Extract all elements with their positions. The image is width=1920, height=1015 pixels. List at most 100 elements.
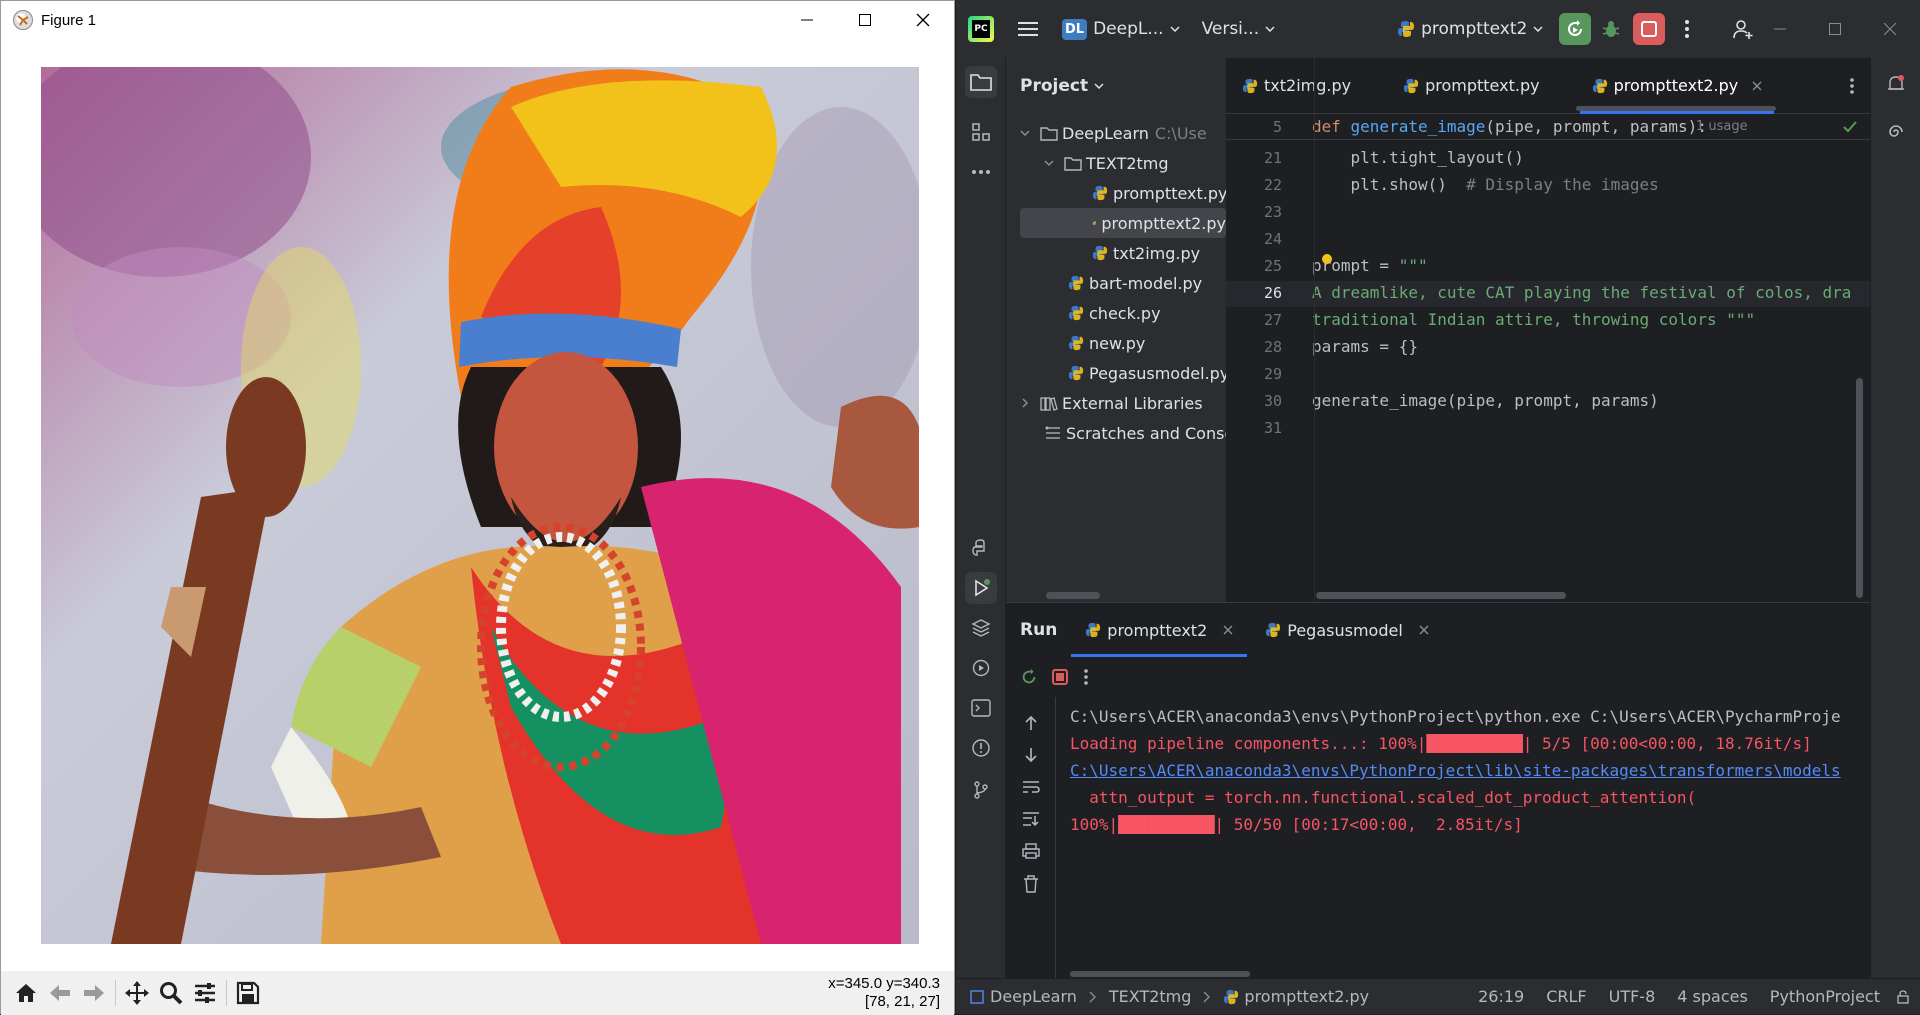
tree-item-deeplearn[interactable]: DeepLearn C:\Use [1020, 118, 1207, 148]
scroll-to-end-icon[interactable] [1022, 811, 1040, 827]
run-config-selector[interactable]: prompttext2 [1391, 12, 1549, 46]
code-line[interactable]: 27 traditional Indian attire, throwing c… [1226, 308, 1870, 334]
git-button[interactable] [965, 774, 997, 806]
figure-canvas[interactable] [1, 39, 954, 971]
sticky-line[interactable]: 5 def generate_image(pipe, prompt, param… [1226, 114, 1870, 140]
editor-horizontal-scrollbar[interactable] [1316, 592, 1566, 599]
main-menu-button[interactable] [1012, 12, 1044, 46]
code-line[interactable]: 23 [1226, 200, 1870, 226]
python-file-icon [1403, 78, 1419, 93]
tree-item-scratches[interactable]: Scratches and Consoles [1044, 418, 1226, 448]
vertical-dots-icon[interactable] [1084, 669, 1088, 685]
problems-button[interactable] [965, 732, 997, 764]
python-interpreter[interactable]: PythonProject [1770, 987, 1880, 1006]
run-tab-pegasusmodel[interactable]: Pegasusmodel [1251, 603, 1443, 657]
stop-button[interactable] [1633, 13, 1666, 45]
back-arrow-icon[interactable] [43, 976, 77, 1010]
tree-item-pegasusmodel[interactable]: Pegasusmodel.py [1068, 358, 1226, 388]
tree-item-external-libraries[interactable]: External Libraries [1020, 388, 1203, 418]
caret-position[interactable]: 26:19 [1478, 987, 1524, 1006]
breadcrumb-project[interactable]: DeepLearn [990, 987, 1077, 1006]
file-encoding[interactable]: UTF-8 [1609, 987, 1656, 1006]
python-console-button[interactable] [965, 532, 997, 564]
python-file-icon [1592, 78, 1607, 93]
coords-rgb: [78, 21, 27] [864, 993, 940, 1010]
minimize-button[interactable] [778, 1, 836, 39]
lock-icon[interactable] [1896, 989, 1910, 1004]
code-line[interactable]: 25 prompt = """ [1226, 254, 1870, 280]
tree-item-prompttext2[interactable]: prompttext2.py [1020, 208, 1226, 238]
code-line[interactable]: 29 [1226, 362, 1870, 388]
soft-wrap-icon[interactable] [1022, 779, 1040, 795]
console-horizontal-scrollbar[interactable] [1070, 971, 1250, 977]
tree-item-text2tmg[interactable]: TEXT2tmg [1044, 148, 1169, 178]
breadcrumb-file[interactable]: prompttext2.py [1244, 987, 1369, 1006]
tabs-scrollbar[interactable] [1576, 106, 1776, 111]
home-icon[interactable] [9, 976, 43, 1010]
maximize-button[interactable] [836, 1, 894, 39]
zoom-icon[interactable] [154, 976, 188, 1010]
tab-prompttext[interactable]: prompttext.py [1387, 58, 1555, 114]
lightbulb-icon[interactable] [1322, 254, 1332, 264]
terminal-button[interactable] [965, 692, 997, 724]
more-actions-button[interactable] [1671, 13, 1703, 45]
save-icon[interactable] [231, 976, 265, 1010]
close-button[interactable] [894, 1, 952, 39]
rerun-button[interactable] [1559, 13, 1592, 45]
code-line-current[interactable]: 26 A dreamlike, cute CAT playing the fes… [1226, 281, 1870, 307]
line-separator[interactable]: CRLF [1546, 987, 1586, 1006]
code-line[interactable]: 21 plt.tight_layout() [1226, 146, 1870, 172]
python-packages-button[interactable] [965, 612, 997, 644]
debug-button[interactable] [1595, 13, 1627, 45]
structure-tool-button[interactable] [965, 116, 997, 148]
bug-icon [1603, 21, 1620, 37]
code-line[interactable]: 31 [1226, 416, 1870, 442]
project-tool-button[interactable] [965, 66, 997, 98]
project-horizontal-scrollbar[interactable] [1046, 592, 1100, 599]
code-line[interactable]: 30 generate_image(pipe, prompt, params) [1226, 389, 1870, 415]
code-line[interactable]: 22 plt.show() # Display the images [1226, 173, 1870, 199]
console-file-link[interactable]: C:\Users\ACER\anaconda3\envs\PythonProje… [1070, 761, 1841, 780]
down-arrow-icon[interactable] [1023, 747, 1039, 763]
code-line[interactable]: 24 [1226, 227, 1870, 253]
project-panel-header[interactable]: Project [1006, 58, 1226, 114]
print-icon[interactable] [1022, 843, 1040, 859]
ide-minimize-button[interactable] [1756, 14, 1804, 44]
forward-arrow-icon[interactable] [77, 976, 111, 1010]
editor-vertical-scrollbar[interactable] [1856, 378, 1863, 598]
pan-icon[interactable] [120, 976, 154, 1010]
indent-setting[interactable]: 4 spaces [1677, 987, 1748, 1006]
tree-item-check[interactable]: check.py [1068, 298, 1161, 328]
more-tools-button[interactable] [965, 156, 997, 188]
vertical-dots-icon [1685, 20, 1690, 38]
ide-close-button[interactable] [1866, 14, 1914, 44]
tab-txt2img[interactable]: txt2img.py [1226, 58, 1367, 114]
console-line-progress: 100%|██████████| 50/50 [00:17<00:00, 2.8… [1070, 815, 1523, 834]
ide-maximize-button[interactable] [1811, 14, 1859, 44]
ide-titlebar: PC DL DeepL... Versi... prompttext2 [956, 0, 1920, 58]
services-button[interactable] [965, 652, 997, 684]
python-file-icon [1068, 365, 1084, 381]
tree-item-txt2img[interactable]: txt2img.py [1092, 238, 1200, 268]
chevron-right-icon [1203, 991, 1211, 1002]
usage-hint[interactable]: 1 usage [1696, 119, 1748, 134]
rerun-icon[interactable] [1020, 668, 1038, 686]
project-selector[interactable]: DL DeepL... [1056, 12, 1186, 46]
up-arrow-icon[interactable] [1023, 715, 1039, 731]
tab-actions-button[interactable] [1850, 78, 1854, 94]
run-tab-prompttext2[interactable]: prompttext2 [1071, 603, 1248, 657]
configure-subplots-icon[interactable] [188, 976, 222, 1010]
notifications-button[interactable] [1880, 68, 1912, 100]
trash-icon[interactable] [1023, 875, 1039, 893]
stop-icon[interactable] [1052, 669, 1068, 685]
code-line[interactable]: 28 params = {} [1226, 335, 1870, 361]
ai-assistant-button[interactable] [1880, 116, 1912, 148]
run-tool-button[interactable] [965, 572, 997, 604]
tree-item-prompttext[interactable]: prompttext.py [1092, 178, 1226, 208]
tree-item-new[interactable]: new.py [1068, 328, 1145, 358]
code-with-me-button[interactable] [1727, 13, 1759, 45]
tree-item-bart-model[interactable]: bart-model.py [1068, 268, 1202, 298]
warning-circle-icon [972, 739, 990, 757]
vcs-selector[interactable]: Versi... [1196, 12, 1282, 46]
breadcrumb-folder[interactable]: TEXT2tmg [1109, 987, 1192, 1006]
